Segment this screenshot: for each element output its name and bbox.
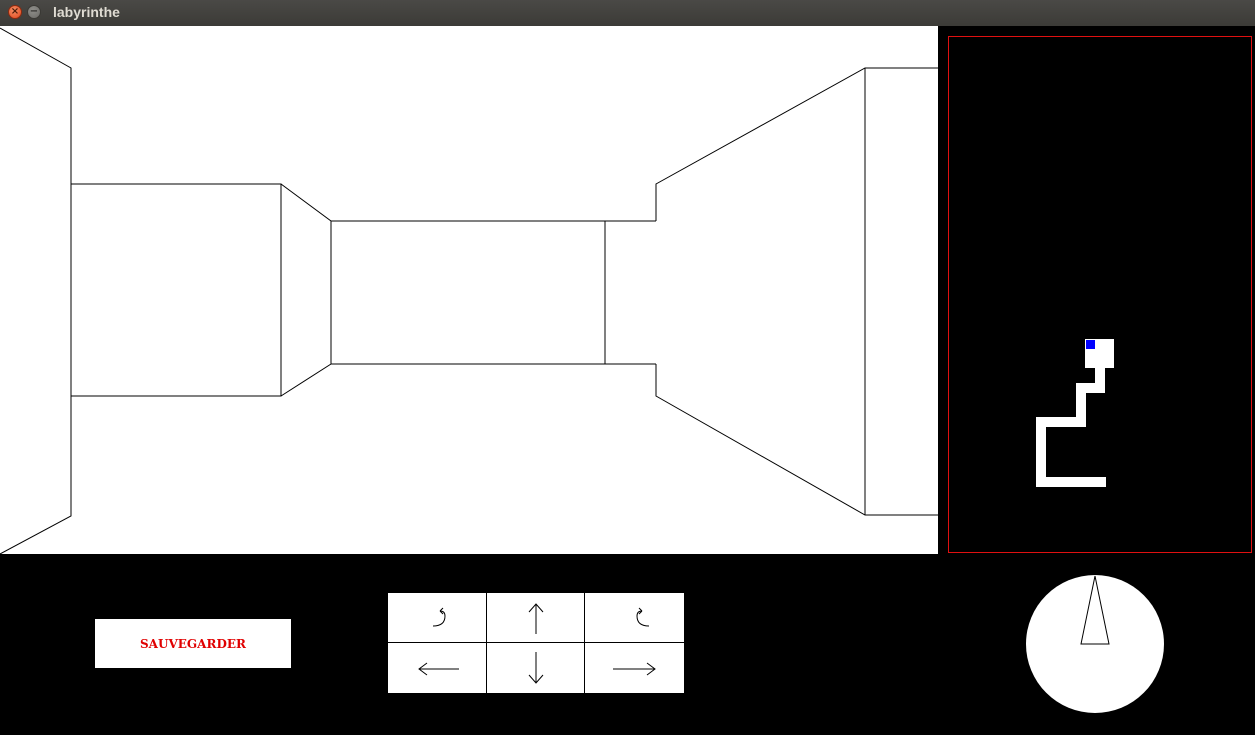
window-title: labyrinthe (53, 4, 120, 20)
minimap (948, 36, 1252, 553)
title-bar: × − labyrinthe (0, 0, 1255, 26)
maze-3d-view (0, 26, 938, 555)
minimize-button[interactable]: − (27, 5, 41, 19)
right-mid-wall (655, 67, 938, 221)
left-opening-face (71, 183, 282, 397)
compass-dial (1026, 575, 1164, 713)
turn-left-button[interactable] (389, 594, 487, 643)
save-button[interactable]: SAUVEGARDER (95, 619, 291, 668)
left-mid-wall (280, 183, 332, 397)
compass (1025, 574, 1165, 714)
player-marker (1086, 340, 1095, 349)
strafe-right-button[interactable] (585, 644, 683, 693)
backward-button[interactable] (487, 644, 585, 693)
strafe-left-button[interactable] (389, 644, 487, 693)
arrow-right-icon (613, 662, 656, 676)
turn-right-icon (636, 607, 650, 627)
minimize-icon: − (29, 6, 39, 17)
arrow-up-icon (528, 603, 544, 634)
left-near-wall (0, 27, 72, 555)
minimap-path (1036, 339, 1114, 487)
arrow-left-icon (418, 662, 459, 676)
pad-divider (388, 642, 684, 643)
close-icon: × (10, 6, 20, 17)
pad-divider (584, 593, 585, 693)
pad-divider (486, 593, 487, 693)
turn-left-icon (432, 607, 446, 627)
close-button[interactable]: × (8, 5, 22, 19)
right-mid-wall-bottom (655, 364, 938, 516)
turn-right-button[interactable] (585, 594, 683, 643)
corridor-wireframe (0, 27, 938, 555)
forward-button[interactable] (487, 594, 585, 643)
movement-pad (388, 593, 684, 693)
arrow-down-icon (528, 652, 544, 684)
